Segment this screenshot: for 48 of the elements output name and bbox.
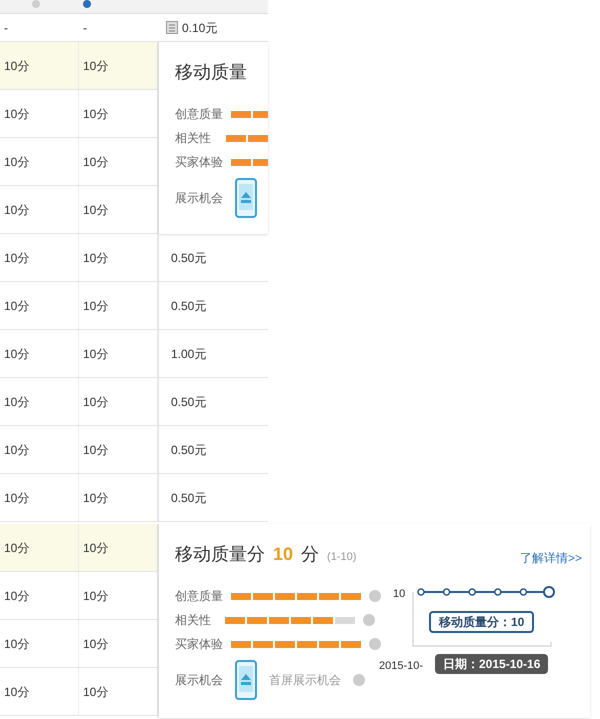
table-cell: 10分 [0,42,79,89]
score-unit: 分 [301,543,320,566]
chart-tooltip: 日期：2015-10-16 [435,654,548,674]
table-cell: 10分 [79,234,158,281]
table-cell: 10分 [79,426,158,473]
details-link[interactable]: 了解详情>> [520,550,582,566]
table-cell: 10分 [0,234,79,281]
price-text: 0.50元 [171,490,206,506]
metric-label: 创意质量 [175,588,223,604]
metric-label: 买家体验 [175,636,223,652]
metric-label: 买家体验 [175,154,223,170]
price-text: 0.50元 [171,250,206,266]
table-cell: 10分 [0,282,79,329]
price-text: 0.50元 [171,298,206,314]
score-range: (1-10) [327,550,356,564]
metric-label: 创意质量 [175,106,223,122]
table-cell: 10分 [0,138,79,185]
score-value: 10 [273,543,294,566]
axis-label: 2015-10- [379,659,424,674]
chart-tooltip: 移动质量分：10 [429,611,534,633]
metric-label: 相关性 [175,130,212,146]
table-cell: 10分 [0,474,79,521]
table-cell: 10分 [79,282,158,329]
table-cell: 10分 [0,186,79,233]
table-cell: 10分 [0,378,79,425]
price-text: 0.10元 [182,20,218,36]
metric-label: 展示机会 [175,190,223,206]
table-cell: 10分 [79,474,158,521]
table-cell: 10分 [0,668,79,715]
table-cell-text: - [82,20,88,36]
table-cell: 10分 [0,90,79,137]
table-cell: 10分 [79,330,158,377]
table-cell-text: - [3,20,9,36]
metric-label: 展示机会 [175,672,223,688]
price-text: 0.50元 [171,394,206,410]
axis-label: 10 [393,587,406,602]
table-cell: 10分 [79,378,158,425]
table-cell: 10分 [0,330,79,377]
exposure-text: 首屏展示机会 [269,672,341,688]
table-cell: 10分 [0,524,79,571]
table-cell: 10分 [0,572,79,619]
table-cell: 10分 [0,426,79,473]
price-text: 1.00元 [171,346,206,362]
metric-label: 相关性 [175,612,212,628]
table-cell: 10分 [0,620,79,667]
popup-title: 移动质量分 [175,543,265,566]
price-text: 0.50元 [171,442,206,458]
popup-title: 移动质量 [175,62,247,82]
